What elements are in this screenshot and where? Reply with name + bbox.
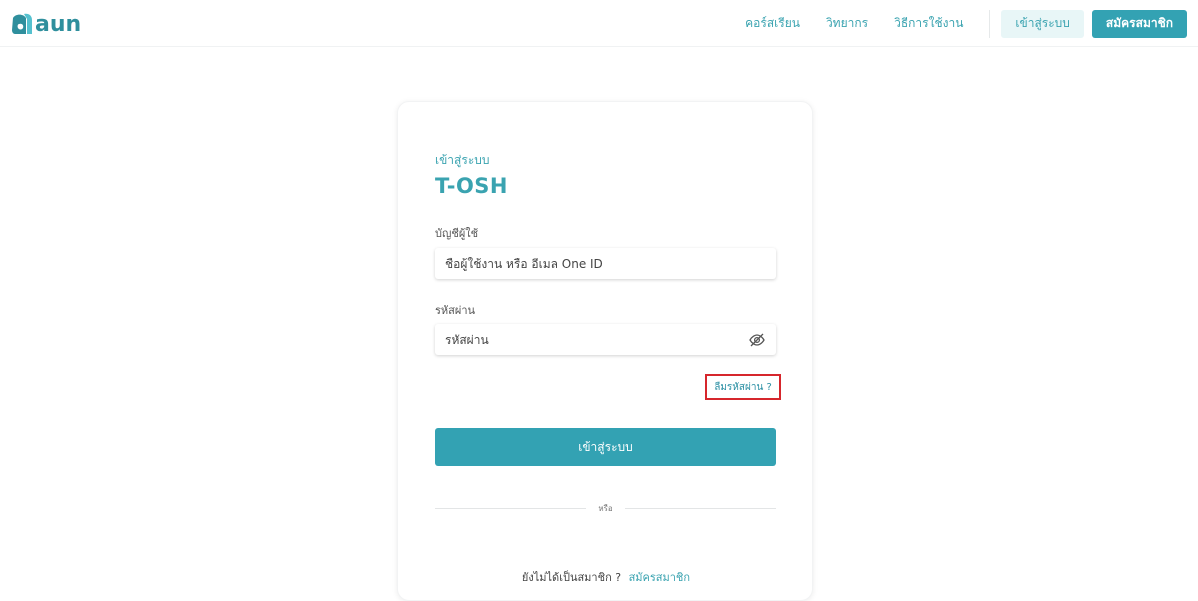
or-text: หรือ <box>598 503 613 513</box>
nav-courses[interactable]: คอร์สเรียน <box>745 14 800 33</box>
logo-mark-icon <box>10 12 34 36</box>
top-header: aun คอร์สเรียน วิทยากร วิธีการใช้งาน เข้… <box>0 0 1198 47</box>
card-subtitle: เข้าสู่ระบบ <box>435 153 490 167</box>
nav-divider <box>989 9 991 38</box>
or-divider: หรือ <box>435 502 776 514</box>
signup-prompt: ยังไม่ได้เป็นสมาชิก ? สมัครสมาชิก <box>398 568 814 586</box>
register-link[interactable]: สมัครสมาชิก <box>629 571 691 584</box>
forgot-password-link[interactable]: ลืมรหัสผ่าน ? <box>705 374 781 400</box>
login-card: เข้าสู่ระบบ T-OSH บัญชีผู้ใช้ รหัสผ่าน ล… <box>397 101 813 601</box>
password-field-wrapper <box>435 324 776 355</box>
divider-line-left <box>435 507 587 509</box>
password-label: รหัสผ่าน <box>435 304 476 317</box>
username-input[interactable] <box>445 256 766 271</box>
logo-text: aun <box>35 11 82 37</box>
main-nav: คอร์สเรียน วิทยากร วิธีการใช้งาน เข้าสู่… <box>745 0 1198 47</box>
header-register-button[interactable]: สมัครสมาชิก <box>1091 9 1187 38</box>
header-login-button[interactable]: เข้าสู่ระบบ <box>1001 9 1084 38</box>
site-logo[interactable]: aun <box>10 10 81 38</box>
login-submit-button[interactable]: เข้าสู่ระบบ <box>435 428 776 466</box>
nav-how-to[interactable]: วิธีการใช้งาน <box>894 14 963 33</box>
username-field-wrapper <box>435 248 776 279</box>
card-title: T-OSH <box>435 174 509 198</box>
not-member-text: ยังไม่ได้เป็นสมาชิก ? <box>521 571 622 584</box>
eye-off-icon[interactable] <box>748 331 766 349</box>
nav-lecturers[interactable]: วิทยากร <box>826 14 868 33</box>
password-input[interactable] <box>445 332 748 347</box>
divider-line-right <box>624 507 776 509</box>
username-label: บัญชีผู้ใช้ <box>435 227 479 240</box>
